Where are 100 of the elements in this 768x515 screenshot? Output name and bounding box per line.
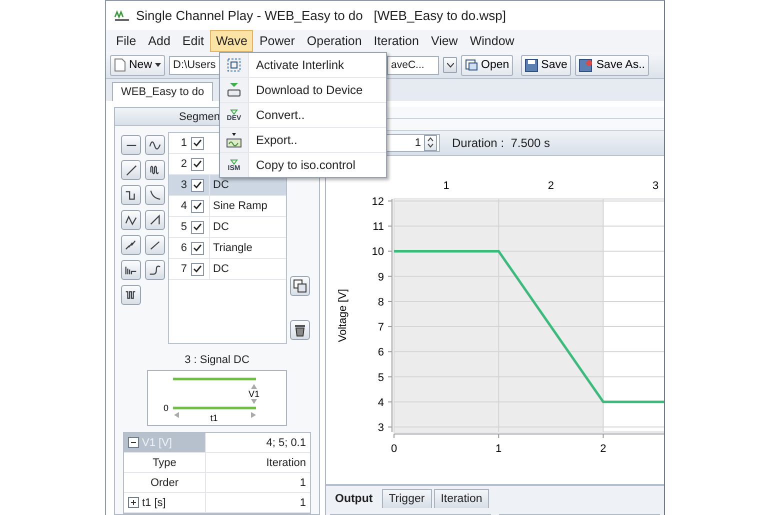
menu-item[interactable]: Add bbox=[142, 30, 176, 52]
waveform-button[interactable] bbox=[121, 160, 141, 180]
window-title: Single Channel Play - WEB_Easy to do [WEB_Easy to do.wsp] bbox=[136, 8, 506, 23]
y-tick-label: 4 bbox=[378, 396, 384, 409]
property-value: 4; 5; 0.1 bbox=[265, 436, 307, 450]
segment-row[interactable]: 4 Sine Ramp bbox=[169, 196, 286, 217]
plus-icon bbox=[130, 499, 137, 506]
property-value: Iteration bbox=[265, 456, 307, 470]
checkbox[interactable] bbox=[191, 178, 204, 192]
file-combo[interactable]: aveC... bbox=[387, 56, 440, 74]
export-icon bbox=[226, 132, 242, 148]
s-curve-icon bbox=[150, 266, 160, 275]
menu-entry[interactable]: Download to Device bbox=[220, 78, 386, 103]
row-number: 5 bbox=[180, 221, 188, 233]
sine-wave-icon bbox=[149, 142, 161, 150]
tab[interactable]: Iteration bbox=[434, 488, 490, 508]
row-number: 4 bbox=[180, 200, 188, 212]
waveform-button[interactable] bbox=[121, 260, 141, 280]
waveform-button[interactable] bbox=[145, 210, 165, 230]
segment-label: 2 bbox=[548, 180, 554, 192]
waveform-button[interactable] bbox=[145, 160, 165, 180]
y-tick-label: 11 bbox=[372, 220, 384, 233]
caret-icon bbox=[155, 63, 162, 67]
property-value: 1 bbox=[298, 476, 307, 490]
spinner-arrows-icon bbox=[427, 137, 434, 148]
document-icon bbox=[114, 58, 126, 72]
menu-item[interactable]: Wave bbox=[210, 30, 254, 52]
square-train-icon bbox=[126, 291, 136, 299]
oscillation-icon bbox=[150, 166, 159, 174]
y-axis-title: Voltage [V] bbox=[337, 288, 349, 342]
tab[interactable]: Trigger bbox=[382, 488, 432, 508]
waveform-button[interactable] bbox=[121, 210, 141, 230]
open-button[interactable]: Open bbox=[461, 54, 514, 76]
segment-row[interactable]: 7 DC bbox=[169, 259, 286, 280]
checkbox[interactable] bbox=[191, 262, 204, 276]
save-as-button[interactable]: Save As.. bbox=[575, 54, 649, 76]
segment-row[interactable]: 3 DC bbox=[169, 175, 286, 196]
y-tick-label: 5 bbox=[378, 372, 384, 384]
menu-item[interactable]: Power bbox=[253, 30, 301, 52]
segment-label: 1 bbox=[443, 180, 450, 192]
waveform-button[interactable] bbox=[121, 285, 141, 305]
segment-name: Sine Ramp bbox=[209, 196, 286, 216]
segment-name: Triangle bbox=[209, 238, 286, 258]
right-arrow-icon bbox=[251, 412, 256, 418]
delete-button[interactable] bbox=[290, 320, 310, 340]
checkbox[interactable] bbox=[191, 200, 204, 212]
property-group[interactable]: t1 [s] bbox=[124, 493, 206, 512]
menu-entry[interactable]: Activate Interlink bbox=[220, 53, 386, 78]
interlink-icon bbox=[226, 57, 242, 73]
menu-item[interactable]: View bbox=[424, 30, 464, 52]
x-tick-label: 2 bbox=[600, 442, 606, 455]
y-tick-label: 7 bbox=[378, 321, 384, 334]
segment-row[interactable]: 5 DC bbox=[169, 217, 286, 238]
dropdown-button[interactable] bbox=[443, 57, 458, 73]
checkbox[interactable] bbox=[191, 158, 204, 170]
waveform-button[interactable] bbox=[121, 135, 141, 155]
menu-item[interactable]: File bbox=[110, 30, 142, 52]
caret-icon bbox=[446, 62, 454, 68]
level-label: V1 bbox=[248, 389, 260, 399]
copy-button[interactable] bbox=[290, 276, 310, 296]
linear-ramp-icon bbox=[150, 241, 160, 250]
menu-item[interactable]: Iteration bbox=[368, 30, 425, 52]
app-logo-icon bbox=[114, 10, 130, 22]
menu-item[interactable]: Window bbox=[464, 30, 520, 52]
menu-item[interactable]: Edit bbox=[176, 30, 210, 52]
row-number: 2 bbox=[180, 158, 188, 170]
waveform-button[interactable] bbox=[145, 235, 165, 255]
y-tick-label: 6 bbox=[378, 346, 384, 358]
waveform-button[interactable] bbox=[145, 135, 165, 155]
duration-label: Duration : 7.500 s bbox=[452, 136, 550, 150]
y-tick-label: 10 bbox=[372, 246, 384, 258]
chirp-icon bbox=[125, 240, 136, 250]
new-button[interactable]: New bbox=[110, 54, 166, 76]
segment-label: 3 bbox=[652, 180, 659, 192]
checkbox[interactable] bbox=[191, 242, 204, 254]
y-tick-label: 8 bbox=[378, 296, 384, 308]
checkbox[interactable] bbox=[191, 220, 204, 234]
decay-curve-icon bbox=[150, 190, 160, 200]
checkbox[interactable] bbox=[191, 136, 204, 150]
waveform-button[interactable] bbox=[145, 185, 165, 205]
row-number: 3 bbox=[180, 179, 188, 191]
menu-item[interactable]: Operation bbox=[300, 30, 368, 52]
segment-name: DC bbox=[209, 259, 286, 279]
save-button[interactable]: Save bbox=[521, 54, 572, 76]
y-tick-label: 12 bbox=[372, 196, 384, 208]
download-device-icon bbox=[226, 82, 242, 98]
waveform-button[interactable] bbox=[145, 260, 165, 280]
property-value: 1 bbox=[298, 496, 307, 510]
minus-icon bbox=[130, 439, 137, 446]
flat-line-icon bbox=[126, 144, 136, 146]
burst-icon bbox=[125, 266, 137, 275]
segment-row[interactable]: 6 Triangle bbox=[169, 238, 286, 259]
document-tab[interactable]: WEB_Easy to do bbox=[112, 82, 214, 101]
property-name: Type bbox=[124, 453, 206, 472]
row-number: 6 bbox=[180, 242, 188, 254]
waveform-button[interactable] bbox=[121, 235, 141, 255]
waveform-button[interactable] bbox=[121, 185, 141, 205]
zero-label: 0 bbox=[164, 403, 168, 413]
menu-entry[interactable]: Export.. bbox=[220, 128, 386, 153]
y-tick-label: 9 bbox=[378, 271, 384, 284]
